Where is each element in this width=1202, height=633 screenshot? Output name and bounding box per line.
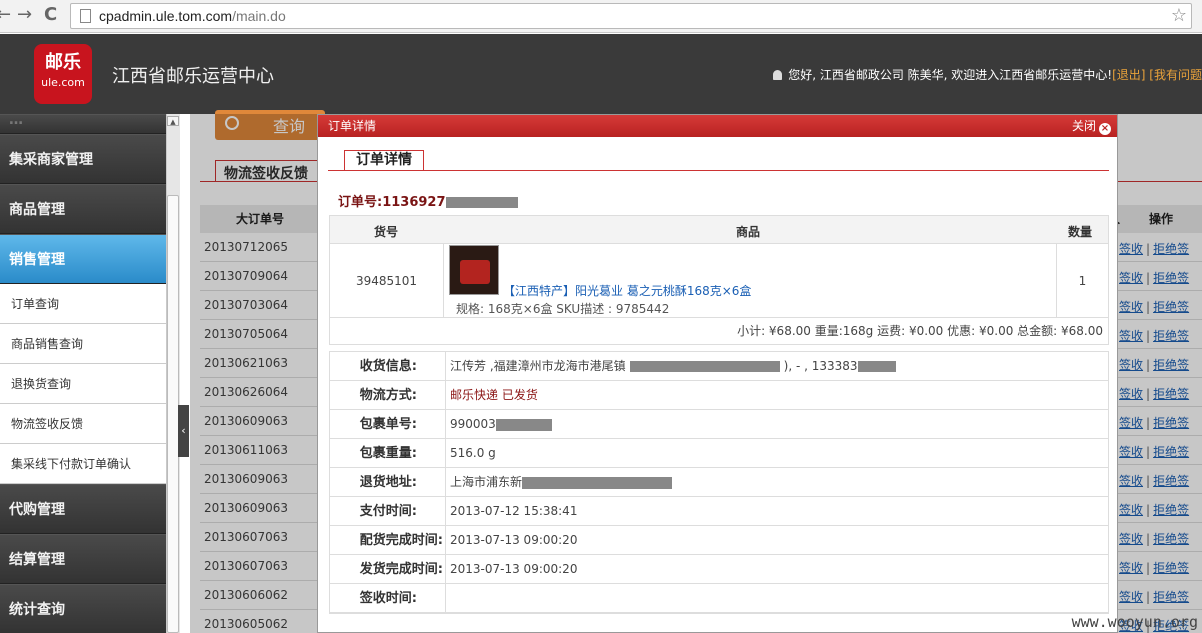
- browser-toolbar: ← → C cpadmin.ule.tom.com/main.do ☆: [0, 0, 1202, 33]
- logistics-value: 邮乐快递 已发货: [450, 388, 538, 402]
- sidebar-section-sales[interactable]: 销售管理: [0, 234, 166, 284]
- sku-cell: 39485101: [330, 244, 444, 318]
- sidebar-section-suppliers[interactable]: 集采商家管理: [0, 134, 166, 184]
- url-text: cpadmin.ule.tom.com/main.do: [99, 8, 286, 24]
- col-sku-header: 货号: [374, 225, 399, 239]
- page-icon: [80, 9, 91, 23]
- col-qty-header: 数量: [1068, 225, 1093, 239]
- sidebar: … 集采商家管理 商品管理 销售管理 订单查询 商品销售查询 退换货查询 物流签…: [0, 114, 166, 633]
- info-row-picking-time: 配货完成时间: 2013-07-13 09:00:20: [330, 526, 1108, 555]
- receiver-value: 江传芳 ,福建漳州市龙海市港尾镇), - , 133383: [450, 352, 896, 381]
- sidebar-section-settlement[interactable]: 结算管理: [0, 534, 166, 584]
- qty-cell: 1: [1056, 244, 1108, 318]
- product-link[interactable]: 【江西特产】阳光葛业 葛之元桃酥168克×6盒: [503, 282, 751, 299]
- col-product-header: 商品: [736, 225, 761, 239]
- product-thumbnail[interactable]: [449, 245, 499, 295]
- shipping-info-table: 收货信息: 江传芳 ,福建漳州市龙海市港尾镇), - , 133383 物流方式…: [329, 351, 1109, 614]
- close-icon: ×: [1099, 123, 1111, 135]
- modal-close-button[interactable]: 关闭 ×: [1072, 115, 1111, 137]
- sidebar-section-statistics[interactable]: 统计查询: [0, 584, 166, 633]
- app-header: 邮乐 ule.com 江西省邮乐运营中心 您好, 江西省邮政公司 陈美华, 欢迎…: [0, 34, 1202, 114]
- sidebar-section-partial[interactable]: …: [0, 114, 166, 134]
- sidebar-item-returns-query[interactable]: 退换货查询: [0, 364, 166, 404]
- app-title: 江西省邮乐运营中心: [112, 66, 274, 87]
- info-row-return-address: 退货地址: 上海市浦东新: [330, 468, 1108, 497]
- sidebar-section-products[interactable]: 商品管理: [0, 184, 166, 234]
- info-row-receiver: 收货信息: 江传芳 ,福建漳州市龙海市港尾镇), - , 133383: [330, 352, 1108, 381]
- user-greeting: 您好, 江西省邮政公司 陈美华, 欢迎进入江西省邮乐运营中心![退出] [我有问…: [773, 66, 1202, 83]
- address-bar[interactable]: cpadmin.ule.tom.com/main.do ☆: [70, 3, 1192, 29]
- sidebar-item-logistics-feedback[interactable]: 物流签收反馈: [0, 404, 166, 444]
- redaction: [445, 197, 518, 208]
- info-row-pay-time: 支付时间: 2013-07-12 15:38:41: [330, 497, 1108, 526]
- tab-divider: [328, 170, 1109, 171]
- ship-time-value: 2013-07-13 09:00:20: [450, 562, 578, 576]
- modal-title: 订单详情: [328, 119, 377, 133]
- goods-table-header: 货号 商品 数量: [330, 216, 1108, 244]
- forward-icon[interactable]: →: [17, 4, 32, 25]
- pay-time-value: 2013-07-12 15:38:41: [450, 504, 578, 518]
- info-row-package-no: 包裹单号: 990003: [330, 410, 1108, 439]
- modal-titlebar: 订单详情 关闭 ×: [318, 115, 1117, 137]
- user-icon: [773, 70, 783, 80]
- bookmark-star-icon[interactable]: ☆: [1171, 5, 1187, 26]
- sidebar-item-order-query[interactable]: 订单查询: [0, 284, 166, 324]
- info-row-ship-time: 发货完成时间: 2013-07-13 09:00:20: [330, 555, 1108, 584]
- tab-order-detail[interactable]: 订单详情: [344, 150, 424, 170]
- watermark: www.wooyun.org: [1071, 613, 1198, 631]
- info-row-logistics: 物流方式: 邮乐快递 已发货: [330, 381, 1108, 410]
- picking-time-value: 2013-07-13 09:00:20: [450, 533, 578, 547]
- goods-row: 39485101 【江西特产】阳光葛业 葛之元桃酥168克×6盒 规格: 168…: [330, 244, 1108, 318]
- reload-icon[interactable]: C: [44, 4, 57, 25]
- sidebar-item-offline-payment[interactable]: 集采线下付款订单确认: [0, 444, 166, 484]
- order-summary: 小计: ¥68.00 重量:168g 运费: ¥0.00 优惠: ¥0.00 总…: [737, 324, 1103, 338]
- sidebar-item-sales-query[interactable]: 商品销售查询: [0, 324, 166, 364]
- info-row-sign-time: 签收时间:: [330, 584, 1108, 613]
- info-row-package-weight: 包裹重量: 516.0 g: [330, 439, 1108, 468]
- package-weight-value: 516.0 g: [450, 446, 496, 460]
- order-number: 订单号:1136927: [338, 191, 518, 210]
- sidebar-collapse-button[interactable]: ‹: [178, 405, 189, 457]
- goods-table: 货号 商品 数量 39485101 【江西特产】阳光葛业 葛之元桃酥168克×6…: [329, 215, 1109, 345]
- package-no-value: 990003: [450, 410, 552, 439]
- return-address-value: 上海市浦东新: [450, 468, 673, 497]
- scroll-up-icon[interactable]: ▲: [167, 116, 179, 126]
- logout-link[interactable]: [退出] [我有问题: [1112, 68, 1202, 82]
- order-detail-modal: 订单详情 关闭 × 订单详情 订单号:1136927 货号 商品 数量 39485…: [317, 114, 1118, 633]
- ule-logo: 邮乐 ule.com: [34, 44, 92, 104]
- back-icon[interactable]: ←: [0, 4, 11, 25]
- sidebar-section-purchasing[interactable]: 代购管理: [0, 484, 166, 534]
- product-spec: 规格: 168克×6盒 SKU描述 : 9785442: [456, 302, 670, 316]
